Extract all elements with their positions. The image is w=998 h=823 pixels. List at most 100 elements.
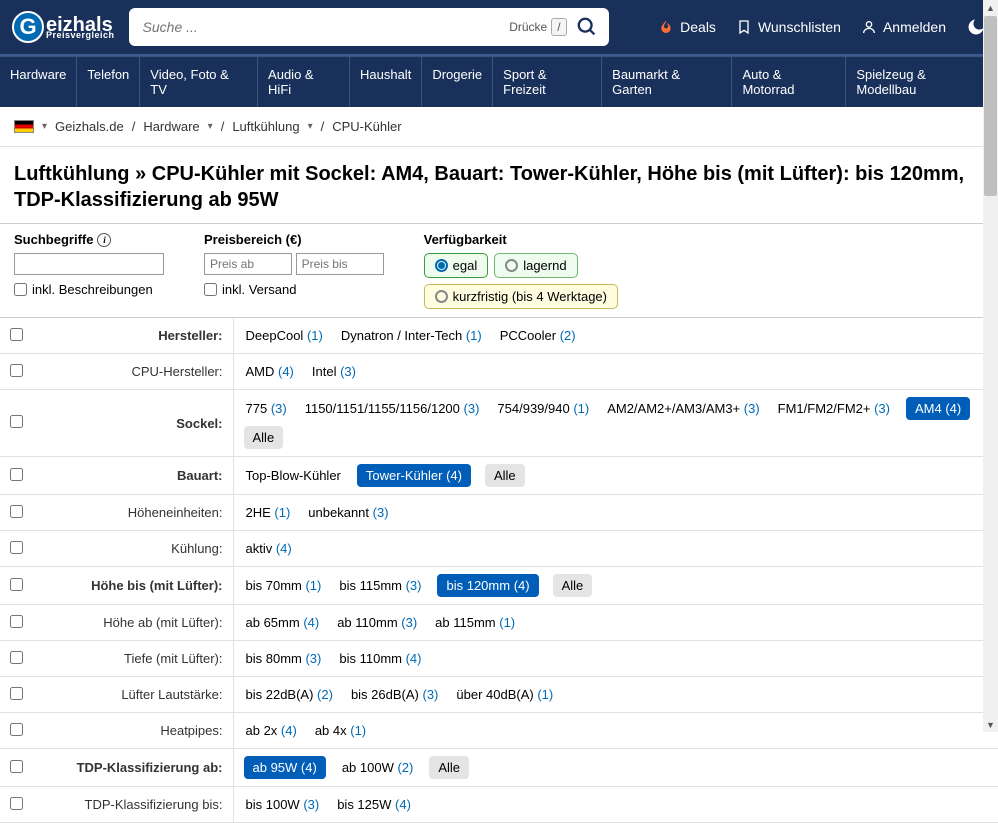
filter-value[interactable]: bis 80mm (3) bbox=[244, 648, 324, 669]
nav-item[interactable]: Video, Foto & TV bbox=[140, 57, 258, 107]
filter-row-label: Hersteller: bbox=[33, 318, 233, 354]
site-header: G eizhals Preisvergleich Drücke / Deals … bbox=[0, 0, 998, 56]
wishlists-link[interactable]: Wunschlisten bbox=[736, 19, 841, 35]
filter-value[interactable]: bis 100W (3) bbox=[244, 794, 322, 815]
scroll-down-arrow[interactable]: ▼ bbox=[983, 717, 998, 732]
filter-value[interactable]: ab 65mm (4) bbox=[244, 612, 322, 633]
nav-item[interactable]: Haushalt bbox=[350, 57, 422, 107]
price-range-label: Preisbereich (€) bbox=[204, 232, 384, 247]
logo[interactable]: G eizhals Preisvergleich bbox=[12, 11, 115, 43]
filter-value[interactable]: aktiv (4) bbox=[244, 538, 294, 559]
filter-value[interactable]: bis 120mm (4) bbox=[437, 574, 538, 597]
filter-value[interactable]: bis 115mm (3) bbox=[337, 575, 423, 596]
breadcrumb-item[interactable]: Geizhals.de bbox=[55, 119, 124, 134]
price-from-input[interactable] bbox=[204, 253, 292, 275]
filter-value[interactable]: unbekannt (3) bbox=[306, 502, 390, 523]
filter-value[interactable]: ab 110mm (3) bbox=[335, 612, 419, 633]
filter-value[interactable]: Intel (3) bbox=[310, 361, 358, 382]
filter-row-label: Sockel: bbox=[33, 390, 233, 457]
filter-value[interactable]: FM1/FM2/FM2+ (3) bbox=[776, 398, 892, 419]
nav-item[interactable]: Sport & Freizeit bbox=[493, 57, 602, 107]
price-to-input[interactable] bbox=[296, 253, 384, 275]
nav-item[interactable]: Auto & Motorrad bbox=[732, 57, 846, 107]
filter-value[interactable]: PCCooler (2) bbox=[498, 325, 578, 346]
filter-value[interactable]: Dynatron / Inter-Tech (1) bbox=[339, 325, 484, 346]
nav-item[interactable]: Baumarkt & Garten bbox=[602, 57, 732, 107]
filter-value[interactable]: Alle bbox=[244, 426, 284, 449]
login-link[interactable]: Anmelden bbox=[861, 19, 946, 35]
filter-value[interactable]: Top-Blow-Kühler bbox=[244, 465, 343, 486]
filter-row-checkbox[interactable] bbox=[10, 415, 23, 428]
filter-value[interactable]: ab 4x (1) bbox=[313, 720, 368, 741]
filter-value[interactable]: 2HE (1) bbox=[244, 502, 293, 523]
filter-row-label: Heatpipes: bbox=[33, 713, 233, 749]
filter-table: Hersteller: DeepCool (1) Dynatron / Inter-… bbox=[0, 318, 998, 823]
filter-row-checkbox[interactable] bbox=[10, 468, 23, 481]
chevron-down-icon[interactable]: ▾ bbox=[208, 121, 213, 132]
search-box: Drücke / bbox=[129, 8, 609, 46]
filter-value[interactable]: 775 (3) bbox=[244, 398, 289, 419]
page-title: Luftkühlung » CPU-Kühler mit Sockel: AM4… bbox=[0, 147, 998, 223]
scroll-up-arrow[interactable]: ▲ bbox=[983, 0, 998, 15]
filter-value[interactable]: AM4 (4) bbox=[906, 397, 970, 420]
search-icon bbox=[576, 16, 598, 38]
filter-value[interactable]: bis 70mm (1) bbox=[244, 575, 324, 596]
filter-bar: Suchbegriffe i inkl. Beschreibungen Prei… bbox=[0, 223, 998, 318]
filter-value[interactable]: bis 125W (4) bbox=[335, 794, 413, 815]
filter-value[interactable]: bis 110mm (4) bbox=[337, 648, 423, 669]
incl-shipping-checkbox[interactable] bbox=[204, 283, 217, 296]
flame-icon bbox=[658, 19, 674, 35]
filter-value[interactable]: AM2/AM2+/AM3/AM3+ (3) bbox=[605, 398, 761, 419]
filter-row-checkbox[interactable] bbox=[10, 364, 23, 377]
flag-de-icon[interactable] bbox=[14, 120, 34, 133]
filter-value[interactable]: bis 26dB(A) (3) bbox=[349, 684, 440, 705]
filter-row-checkbox[interactable] bbox=[10, 505, 23, 518]
filter-value[interactable]: Alle bbox=[429, 756, 469, 779]
filter-value[interactable]: ab 2x (4) bbox=[244, 720, 299, 741]
filter-row-label: Tiefe (mit Lüfter): bbox=[33, 641, 233, 677]
filter-value[interactable]: 754/939/940 (1) bbox=[495, 398, 591, 419]
nav-item[interactable]: Telefon bbox=[77, 57, 140, 107]
nav-item[interactable]: Drogerie bbox=[422, 57, 493, 107]
filter-row-checkbox[interactable] bbox=[10, 328, 23, 341]
nav-item[interactable]: Audio & HiFi bbox=[258, 57, 350, 107]
breadcrumb-item[interactable]: Hardware bbox=[143, 119, 199, 134]
filter-value[interactable]: bis 22dB(A) (2) bbox=[244, 684, 335, 705]
filter-value[interactable]: Alle bbox=[553, 574, 593, 597]
filter-value[interactable]: ab 115mm (1) bbox=[433, 612, 517, 633]
filter-value[interactable]: Tower-Kühler (4) bbox=[357, 464, 471, 487]
filter-row-checkbox[interactable] bbox=[10, 797, 23, 810]
filter-value[interactable]: 1150/1151/1155/1156/1200 (3) bbox=[303, 398, 482, 419]
breadcrumb-item[interactable]: CPU-Kühler bbox=[332, 119, 401, 134]
deals-link[interactable]: Deals bbox=[658, 19, 716, 35]
filter-value[interactable]: DeepCool (1) bbox=[244, 325, 325, 346]
filter-row-label: Höheneinheiten: bbox=[33, 495, 233, 531]
filter-value[interactable]: Alle bbox=[485, 464, 525, 487]
avail-short-radio[interactable]: kurzfristig (bis 4 Werktage) bbox=[424, 284, 618, 309]
avail-any-radio[interactable]: egal bbox=[424, 253, 489, 278]
search-terms-input[interactable] bbox=[14, 253, 164, 275]
category-link[interactable]: Luftkühlung » bbox=[14, 163, 152, 185]
scrollbar[interactable]: ▲ ▼ bbox=[983, 0, 998, 732]
search-button[interactable] bbox=[573, 13, 601, 41]
chevron-down-icon[interactable]: ▾ bbox=[308, 121, 313, 132]
avail-stock-radio[interactable]: lagernd bbox=[494, 253, 577, 278]
nav-item[interactable]: Hardware bbox=[0, 57, 77, 107]
filter-row-checkbox[interactable] bbox=[10, 541, 23, 554]
filter-row-checkbox[interactable] bbox=[10, 723, 23, 736]
filter-row-checkbox[interactable] bbox=[10, 760, 23, 773]
search-input[interactable] bbox=[143, 19, 510, 35]
filter-value[interactable]: ab 95W (4) bbox=[244, 756, 326, 779]
filter-row-checkbox[interactable] bbox=[10, 651, 23, 664]
filter-value[interactable]: ab 100W (2) bbox=[340, 757, 416, 778]
filter-row-checkbox[interactable] bbox=[10, 687, 23, 700]
filter-row-checkbox[interactable] bbox=[10, 615, 23, 628]
breadcrumb-item[interactable]: Luftkühlung bbox=[232, 119, 299, 134]
filter-row-checkbox[interactable] bbox=[10, 578, 23, 591]
info-icon[interactable]: i bbox=[97, 233, 111, 247]
filter-value[interactable]: AMD (4) bbox=[244, 361, 296, 382]
scrollbar-thumb[interactable] bbox=[984, 16, 997, 196]
nav-item[interactable]: Spielzeug & Modellbau bbox=[846, 57, 998, 107]
filter-value[interactable]: über 40dB(A) (1) bbox=[454, 684, 555, 705]
incl-desc-checkbox[interactable] bbox=[14, 283, 27, 296]
